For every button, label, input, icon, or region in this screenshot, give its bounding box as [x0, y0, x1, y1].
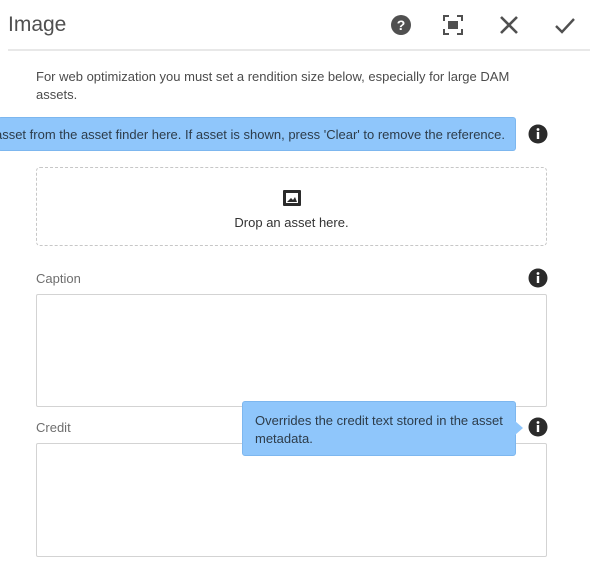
credit-tooltip: Overrides the credit text stored in the … [242, 401, 523, 456]
image-icon [282, 189, 302, 207]
tooltip-arrow [515, 421, 523, 435]
caption-label: Caption [36, 271, 81, 286]
asset-tooltip: e asset from the asset finder here. If a… [0, 117, 516, 151]
credit-tooltip-text: Overrides the credit text stored in the … [255, 413, 503, 446]
dialog-header: Image ? [0, 0, 593, 51]
asset-tooltip-text: e asset from the asset finder here. If a… [0, 127, 505, 142]
header-divider [8, 49, 590, 51]
dialog-title: Image [8, 13, 67, 36]
optimization-notice: For web optimization you must set a rend… [36, 69, 510, 102]
caption-field[interactable] [36, 294, 547, 407]
credit-info-icon[interactable] [528, 417, 548, 437]
tooltip-arrow [515, 127, 516, 141]
dropzone-label: Drop an asset here. [234, 215, 349, 230]
help-icon[interactable]: ? [388, 12, 414, 38]
asset-info-icon[interactable] [528, 124, 548, 144]
svg-text:?: ? [397, 17, 406, 33]
done-checkmark-icon[interactable] [552, 12, 578, 38]
asset-dropzone[interactable]: Drop an asset here. [36, 167, 547, 246]
credit-label: Credit [36, 420, 71, 435]
caption-info-icon[interactable] [528, 268, 548, 288]
fullscreen-icon[interactable] [440, 12, 466, 38]
credit-field[interactable] [36, 443, 547, 557]
close-icon[interactable] [496, 12, 522, 38]
